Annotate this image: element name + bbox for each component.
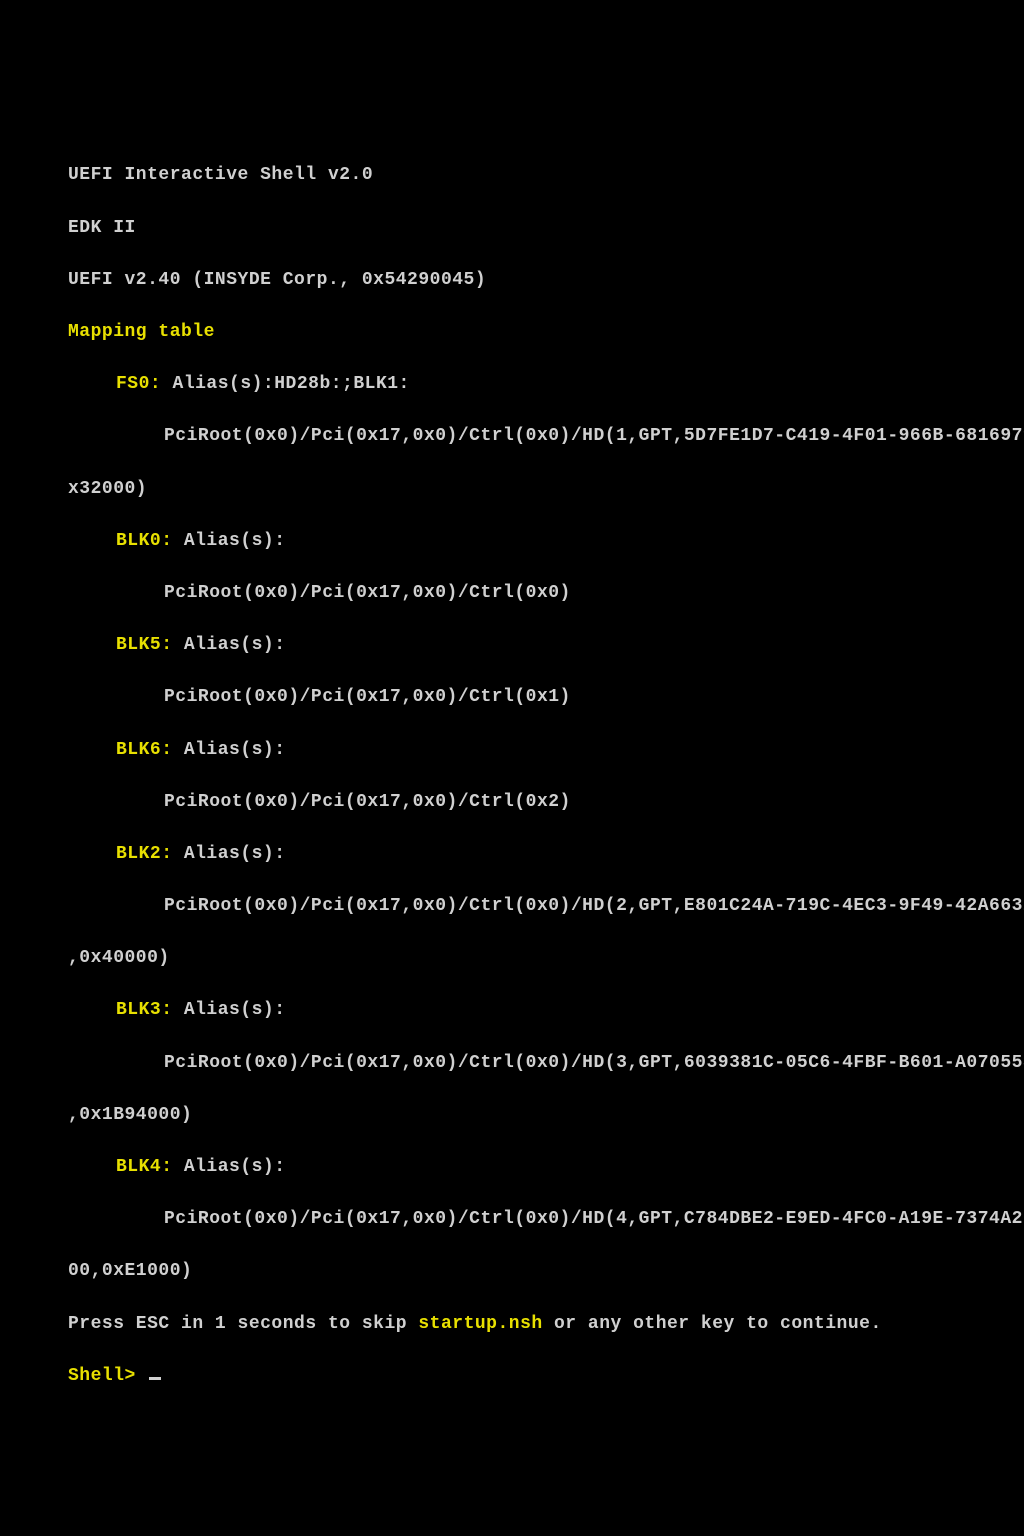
device-alias: Alias(s): — [173, 1000, 286, 1020]
device-alias: Alias(s): — [173, 531, 286, 551]
esc-text-pre: Press ESC in 1 seconds to skip — [68, 1314, 418, 1334]
device-alias: Alias(s): — [173, 740, 286, 760]
map-entry-blk2: BLK2: Alias(s): — [68, 841, 1024, 867]
device-path: PciRoot(0x0)/Pci(0x17,0x0)/Ctrl(0x0) — [68, 580, 1024, 606]
shell-title: UEFI Interactive Shell v2.0 — [68, 162, 1024, 188]
map-entry-fs0: FS0: Alias(s):HD28b:;BLK1: — [68, 371, 1024, 397]
map-entry-blk4: BLK4: Alias(s): — [68, 1154, 1024, 1180]
device-alias: Alias(s):HD28b:;BLK1: — [161, 374, 410, 394]
device-path-cont: 00,0xE1000) — [68, 1258, 1024, 1284]
device-path-cont: x32000) — [68, 476, 1024, 502]
device-name: BLK0: — [116, 531, 173, 551]
device-name: BLK2: — [116, 844, 173, 864]
terminal-output: UEFI Interactive Shell v2.0 EDK II UEFI … — [68, 136, 1024, 1415]
shell-prompt: Shell> — [68, 1366, 147, 1386]
map-entry-blk3: BLK3: Alias(s): — [68, 997, 1024, 1023]
uefi-version: UEFI v2.40 (INSYDE Corp., 0x54290045) — [68, 267, 1024, 293]
map-entry-blk6: BLK6: Alias(s): — [68, 737, 1024, 763]
device-path: PciRoot(0x0)/Pci(0x17,0x0)/Ctrl(0x2) — [68, 789, 1024, 815]
device-path: PciRoot(0x0)/Pci(0x17,0x0)/Ctrl(0x1) — [68, 684, 1024, 710]
device-path: PciRoot(0x0)/Pci(0x17,0x0)/Ctrl(0x0)/HD(… — [68, 1050, 1024, 1076]
device-name: FS0: — [116, 374, 161, 394]
device-name: BLK5: — [116, 635, 173, 655]
device-path: PciRoot(0x0)/Pci(0x17,0x0)/Ctrl(0x0)/HD(… — [68, 893, 1024, 919]
map-entry-blk0: BLK0: Alias(s): — [68, 528, 1024, 554]
edk-line: EDK II — [68, 215, 1024, 241]
device-path: PciRoot(0x0)/Pci(0x17,0x0)/Ctrl(0x0)/HD(… — [68, 423, 1024, 449]
startup-nsh: startup.nsh — [418, 1314, 542, 1334]
esc-hint: Press ESC in 1 seconds to skip startup.n… — [68, 1311, 1024, 1337]
device-name: BLK3: — [116, 1000, 173, 1020]
cursor-icon — [149, 1377, 161, 1380]
shell-prompt-line[interactable]: Shell> — [68, 1363, 1024, 1389]
device-path: PciRoot(0x0)/Pci(0x17,0x0)/Ctrl(0x0)/HD(… — [68, 1206, 1024, 1232]
device-path-cont: ,0x1B94000) — [68, 1102, 1024, 1128]
device-path-cont: ,0x40000) — [68, 945, 1024, 971]
device-alias: Alias(s): — [173, 635, 286, 655]
esc-text-post: or any other key to continue. — [543, 1314, 882, 1334]
device-name: BLK4: — [116, 1157, 173, 1177]
map-entry-blk5: BLK5: Alias(s): — [68, 632, 1024, 658]
device-name: BLK6: — [116, 740, 173, 760]
mapping-table-label: Mapping table — [68, 319, 1024, 345]
device-alias: Alias(s): — [173, 1157, 286, 1177]
device-alias: Alias(s): — [173, 844, 286, 864]
